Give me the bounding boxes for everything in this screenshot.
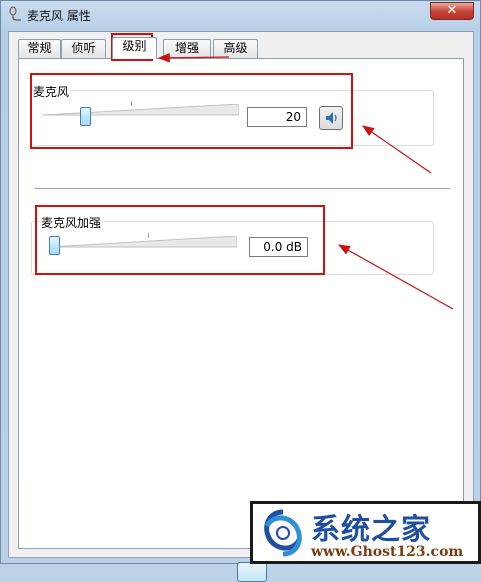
- title-bar[interactable]: 麦克风 属性 ✕: [1, 1, 480, 29]
- watermark-brand-text: 系统之家: [311, 512, 432, 546]
- section-separator: [35, 188, 450, 189]
- tab-advanced[interactable]: 高级: [213, 39, 258, 58]
- tab-enhancements[interactable]: 增强: [163, 39, 211, 58]
- dialog-client-area: 常规 侦听 级别 增强 高级 麦克风 20 麦克风加强 0.0 dB: [8, 31, 474, 582]
- close-button[interactable]: ✕: [430, 2, 474, 20]
- watermark-logo: 系统之家 www.Ghost123.com: [250, 501, 481, 564]
- window-title: 麦克风 属性: [27, 9, 91, 23]
- swirl-logo-icon: [264, 509, 302, 557]
- levels-panel: 麦克风 20 麦克风加强 0.0 dB: [18, 58, 464, 549]
- dialog-button-partial[interactable]: [237, 562, 267, 582]
- tab-levels[interactable]: 级别: [112, 37, 157, 59]
- properties-window: 麦克风 属性 ✕ 常规 侦听 级别 增强 高级 麦克风 20 麦克风加强 0.0…: [0, 0, 481, 582]
- watermark-url-text: www.Ghost123.com: [311, 544, 464, 560]
- tab-general[interactable]: 常规: [18, 39, 61, 58]
- annotation-box-mic: [30, 73, 353, 149]
- microphone-icon: [9, 6, 21, 21]
- tab-listen[interactable]: 侦听: [61, 39, 106, 58]
- annotation-box-boost: [35, 205, 325, 275]
